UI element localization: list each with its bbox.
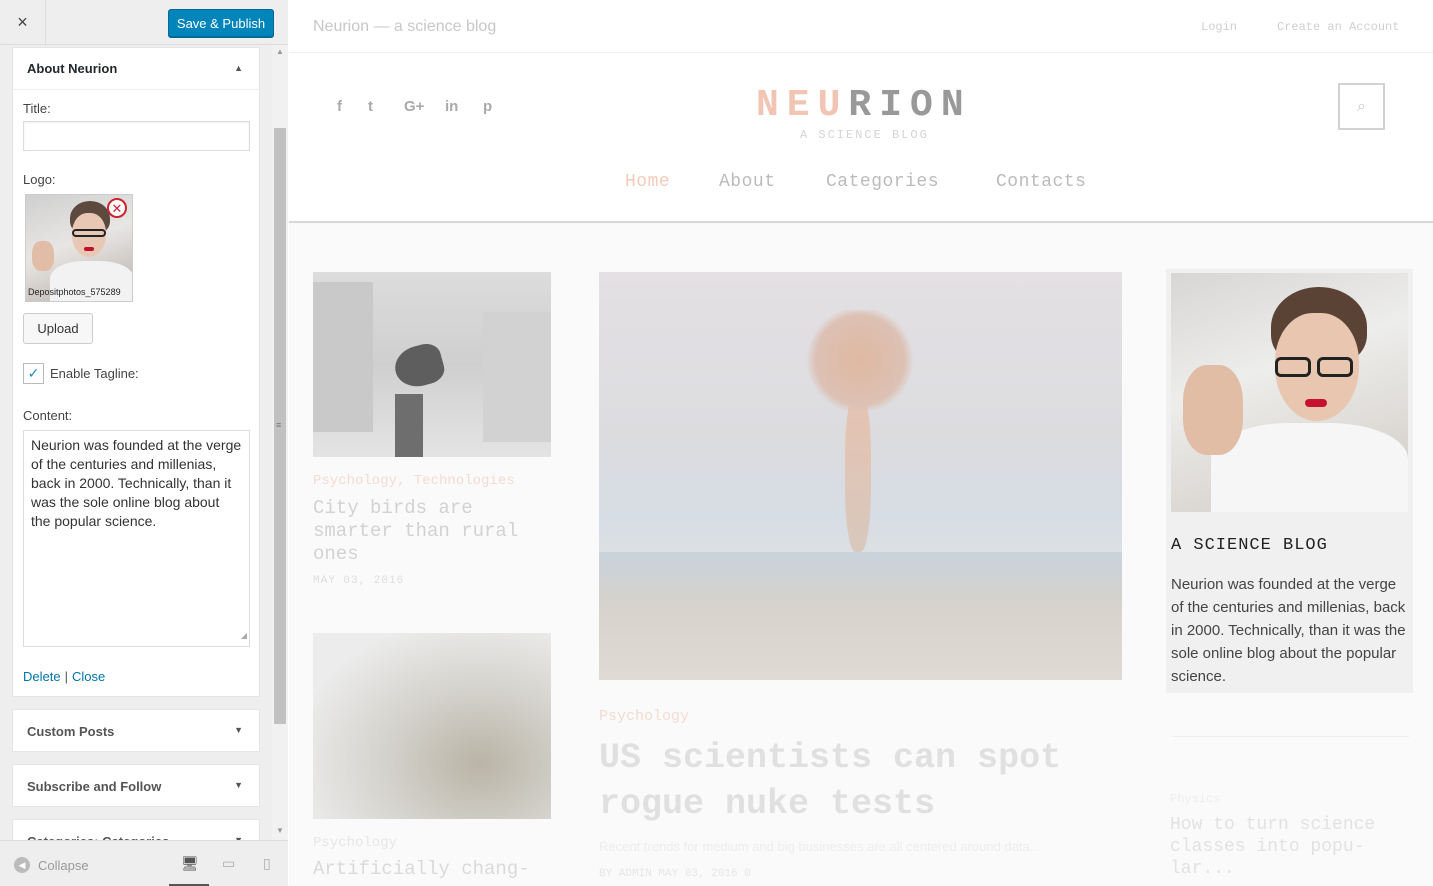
nav-home[interactable]: Home (625, 172, 670, 192)
post-categories[interactable]: Psychology, Technologies (313, 473, 515, 489)
search-button[interactable]: ⌕ (1338, 83, 1385, 130)
widget-text: Neurion was founded at the verge of the … (1171, 576, 1406, 685)
panel-title: About Neurion (27, 61, 118, 76)
close-link[interactable]: Close (72, 669, 105, 684)
collapse-label: Collapse (38, 857, 89, 873)
linkedin-icon[interactable]: in (445, 98, 458, 115)
widget-title: A SCIENCE BLOG (1171, 536, 1328, 555)
logo-label: Logo: (23, 172, 56, 187)
enable-tagline-checkbox[interactable]: ✓ (23, 363, 44, 384)
nav-contacts[interactable]: Contacts (996, 172, 1086, 192)
post-title[interactable]: How to turn science classes into popu-la… (1170, 814, 1410, 880)
title-label: Title: (23, 101, 51, 116)
search-icon: ⌕ (1357, 97, 1366, 115)
post-title[interactable]: Artificially chang- (313, 858, 543, 880)
tablet-preview-icon[interactable]: ▭ (222, 855, 235, 872)
nav-about[interactable]: About (719, 172, 776, 192)
panel-actions: Delete | Close (23, 669, 105, 684)
about-neurion-panel: About Neurion ▲ Title: Logo: Depositphot… (12, 47, 260, 697)
close-icon: × (17, 12, 28, 32)
widget-divider (1173, 736, 1409, 737)
collapse-sidebar-button[interactable]: ◀ Collapse (14, 857, 89, 873)
content-text: Neurion was founded at the verge of the … (31, 437, 242, 529)
post-excerpt: Recent trends for medium and big busines… (599, 839, 1041, 854)
site-preview: Neurion — a science blog Login Create an… (289, 0, 1433, 886)
post-categories[interactable]: Psychology (599, 708, 689, 725)
desktop-preview-icon[interactable]: 🖥 (181, 855, 199, 872)
post-image-nuke[interactable] (599, 272, 1122, 680)
expand-arrow-icon[interactable]: ▼ (234, 780, 243, 790)
top-bar: Neurion — a science blog Login Create an… (289, 0, 1433, 53)
collapse-arrow-icon: ◀ (14, 857, 30, 873)
remove-logo-icon[interactable]: ✕ (107, 198, 127, 218)
upload-button[interactable]: Upload (23, 313, 93, 344)
title-input[interactable] (23, 121, 250, 151)
logo-subtitle: A SCIENCE BLOG (800, 128, 929, 142)
google-plus-icon[interactable]: G+ (404, 98, 424, 115)
custom-posts-panel[interactable]: Custom Posts ▼ (12, 709, 260, 752)
panel-title: Custom Posts (27, 723, 115, 739)
scroll-up-icon[interactable]: ▲ (276, 47, 284, 56)
save-publish-button[interactable]: Save & Publish (168, 9, 274, 37)
content-textarea[interactable]: Neurion was founded at the verge of the … (23, 430, 250, 647)
expand-arrow-icon[interactable]: ▼ (234, 725, 243, 735)
post-image-space[interactable] (313, 633, 551, 819)
pinterest-icon[interactable]: p (483, 98, 492, 115)
collapse-arrow-icon[interactable]: ▲ (234, 63, 243, 73)
featured-post-title[interactable]: US scientists can spot rogue nuke tests (599, 735, 1139, 827)
twitter-icon[interactable]: t (368, 98, 373, 115)
post-categories[interactable]: Psychology (313, 835, 397, 851)
link-separator: | (64, 669, 68, 684)
content-label: Content: (23, 408, 73, 423)
grip-icon: ≡ (276, 420, 282, 430)
subscribe-follow-panel[interactable]: Subscribe and Follow ▼ (12, 764, 260, 807)
panel-header[interactable]: Custom Posts ▼ (13, 710, 259, 752)
checkmark-icon: ✓ (27, 365, 40, 381)
site-tagline: Neurion — a science blog (313, 18, 497, 35)
nav-categories[interactable]: Categories (826, 172, 939, 192)
login-link[interactable]: Login (1201, 20, 1237, 34)
post-title[interactable]: City birds are smarter than rural ones (313, 497, 543, 566)
delete-link[interactable]: Delete (23, 669, 61, 684)
post-date: MAY 03, 2016 (313, 575, 405, 587)
facebook-icon[interactable]: f (337, 98, 342, 115)
widget-logo-image (1171, 273, 1408, 512)
create-account-link[interactable]: Create an Account (1277, 20, 1399, 34)
site-logo[interactable]: NEURION (756, 84, 972, 127)
customizer-sidebar: × Save & Publish About Neurion ▲ Title: … (0, 0, 288, 886)
panel-header[interactable]: Subscribe and Follow ▼ (13, 765, 259, 807)
mobile-preview-icon[interactable]: ▯ (263, 855, 271, 872)
about-neurion-panel-header[interactable]: About Neurion ▲ (13, 48, 259, 90)
panel-title: Subscribe and Follow (27, 778, 162, 794)
scroll-down-icon[interactable]: ▼ (276, 826, 284, 835)
close-customizer-button[interactable]: × (0, 0, 46, 45)
post-meta: BY ADMIN MAY 03, 2016 0 (599, 868, 751, 880)
about-widget: A SCIENCE BLOG Neurion was founded at th… (1166, 269, 1413, 693)
logo-filename: Depositphotos_575289 (28, 287, 121, 297)
post-image-birds[interactable] (313, 272, 551, 457)
enable-tagline-label: Enable Tagline: (50, 366, 139, 381)
customizer-footer: ◀ Collapse 🖥 ▭ ▯ (0, 840, 288, 886)
post-categories[interactable]: Physics (1170, 792, 1220, 806)
customizer-header: × Save & Publish (0, 0, 288, 45)
resize-handle-icon[interactable]: ◢ (241, 626, 247, 645)
